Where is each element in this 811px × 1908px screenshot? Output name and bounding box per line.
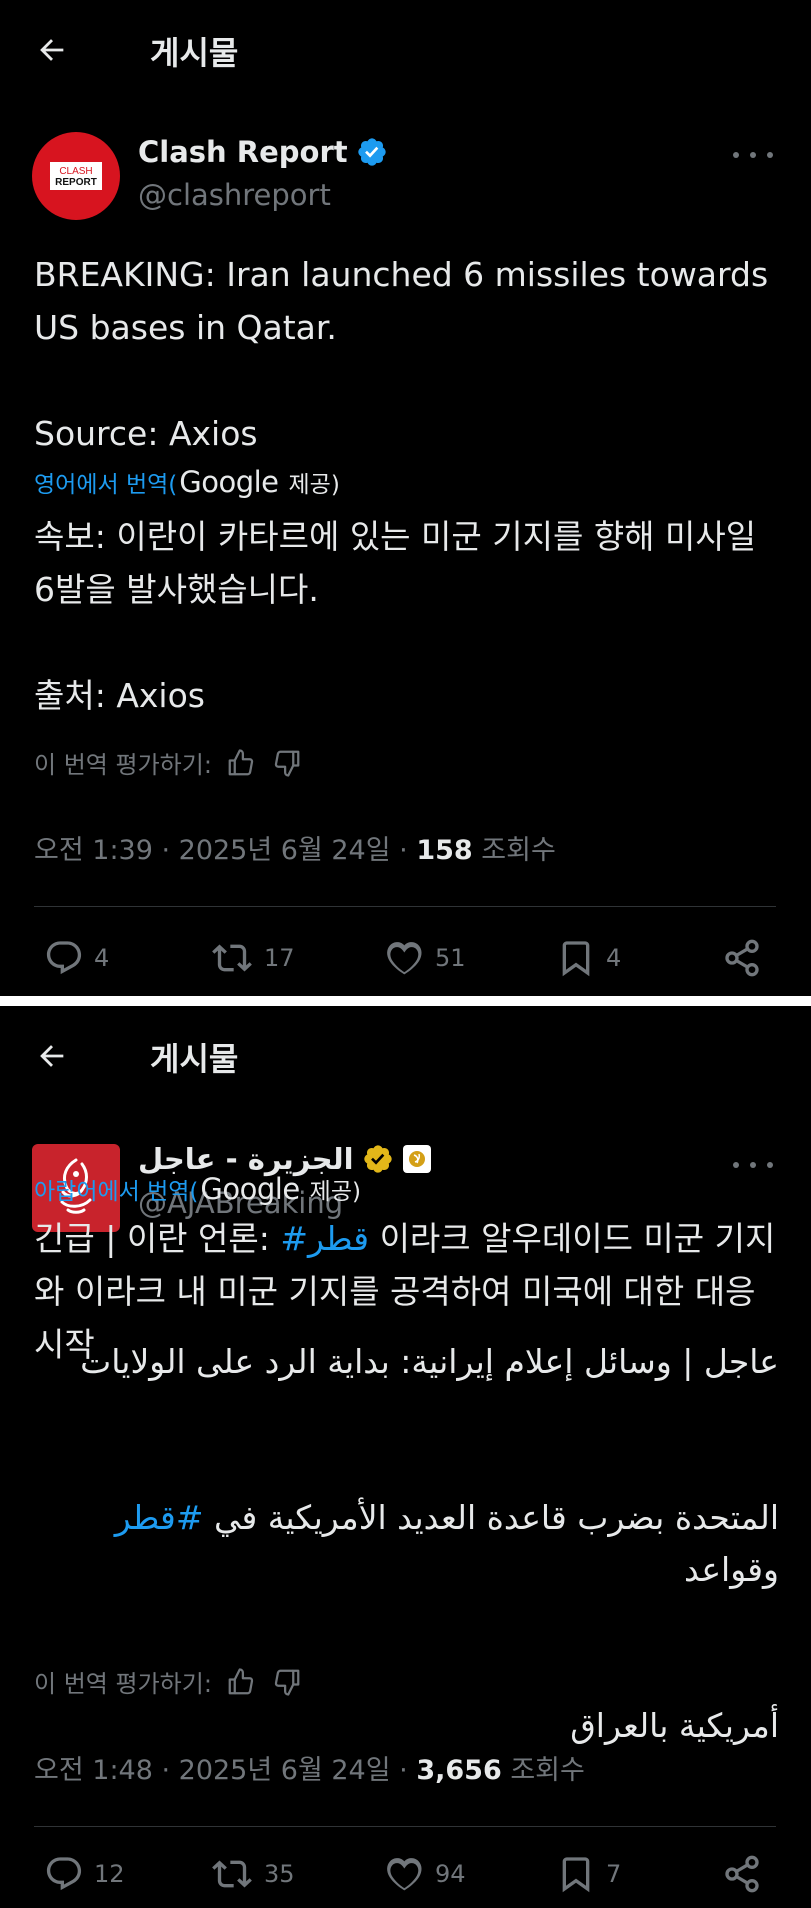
more-icon-dot	[750, 152, 756, 158]
post-header: 게시물	[0, 1006, 811, 1106]
thumbs-down-icon	[274, 750, 300, 777]
more-button[interactable]	[733, 1150, 773, 1180]
translated-by: 영어에서 번역( Google 제공)	[34, 465, 340, 499]
share-icon	[725, 939, 759, 977]
rate-label: 이 번역 평가하기:	[34, 1670, 212, 1698]
views-label: 조회수	[472, 835, 556, 866]
back-button[interactable]	[30, 1034, 74, 1078]
verified-badge-icon	[363, 1145, 392, 1173]
divider	[34, 906, 776, 907]
bookmark-button[interactable]: 4	[556, 938, 621, 978]
reply-count: 12	[94, 1860, 125, 1888]
reply-count: 4	[94, 944, 110, 972]
post-panel-clash-report: 게시물 CLASH REPORT Clash Report @clashrepo…	[0, 0, 811, 996]
back-arrow-icon	[40, 1045, 64, 1067]
bookmark-count: 7	[606, 1860, 622, 1888]
rate-label: 이 번역 평가하기:	[34, 751, 212, 779]
action-bar: 4 17 51 4	[0, 930, 811, 990]
like-count: 94	[435, 1860, 466, 1888]
translated-from-link[interactable]: 아랍어에서 번역(	[34, 1172, 198, 1206]
avatar-text-1: CLASH	[59, 166, 92, 177]
hashtag-link[interactable]: #قطر	[280, 1219, 369, 1258]
reply-icon	[46, 941, 82, 975]
author-name-row[interactable]: الجزيرة - عاجل	[138, 1142, 432, 1176]
post-meta: 오전 1:39 · 2025년 6월 24일 · 158 조회수	[34, 828, 556, 867]
more-button[interactable]	[733, 140, 773, 170]
post-time[interactable]: 오전 1:39 · 2025년 6월 24일 ·	[34, 835, 416, 866]
thumbs-up-button[interactable]	[224, 1665, 258, 1699]
reply-icon	[46, 1857, 82, 1891]
like-button[interactable]: 94	[383, 1854, 466, 1894]
views-label: 조회수	[501, 1755, 585, 1786]
bookmark-icon	[562, 1857, 590, 1893]
like-button[interactable]: 51	[383, 938, 466, 978]
page-title: 게시물	[150, 34, 239, 72]
thumbs-down-button[interactable]	[270, 1665, 304, 1699]
post-header: 게시물	[0, 0, 811, 100]
translated-text-2: 긴급 | 이란 언론: #قطر 이라크 알우데이드 미군 기지 와 이라크 내…	[34, 1212, 779, 1371]
avatar[interactable]: CLASH REPORT	[32, 132, 120, 220]
bookmark-icon	[562, 941, 590, 977]
author-name[interactable]: Clash Report	[138, 135, 348, 169]
repost-button[interactable]: 17	[210, 938, 295, 978]
post-time[interactable]: 오전 1:48 · 2025년 6월 24일 ·	[34, 1755, 416, 1786]
view-count: 158	[416, 835, 473, 866]
provided-label: 제공)	[309, 1179, 361, 1205]
screenshot-separator	[0, 996, 811, 1006]
translation-pre: 긴급 | 이란 언론:	[34, 1219, 281, 1258]
translated-by-2: 아랍어에서 번역( Google 제공)	[34, 1172, 361, 1206]
google-logo: Google	[200, 1172, 300, 1206]
verified-badge-icon	[357, 138, 386, 166]
google-logo: Google	[179, 465, 279, 499]
back-arrow-icon	[40, 39, 64, 61]
share-icon	[725, 1855, 759, 1893]
author-name-row[interactable]: Clash Report	[138, 135, 388, 169]
post-text-line-2: المتحدة بضرب قاعدة العديد الأمريكية في #…	[34, 1492, 779, 1596]
thumbs-up-icon	[228, 1667, 254, 1694]
share-button[interactable]	[722, 1854, 762, 1894]
hashtag-link[interactable]: #قطر	[115, 1498, 204, 1537]
avatar-text-2: REPORT	[55, 177, 97, 188]
reply-button[interactable]: 12	[44, 1854, 125, 1894]
thumbs-down-button[interactable]	[270, 746, 304, 780]
bookmark-count: 4	[606, 944, 622, 972]
page-title: 게시물	[150, 1040, 239, 1078]
action-bar-2: 12 35 94 7	[0, 1848, 811, 1908]
view-count: 3,656	[416, 1755, 502, 1786]
author-handle[interactable]: @clashreport	[138, 178, 331, 212]
more-icon-dot	[767, 152, 773, 158]
like-icon	[387, 942, 422, 975]
post-text-line-3: أمريكية بالعراق	[570, 1706, 779, 1745]
more-icon-dot	[767, 1162, 773, 1168]
bookmark-button[interactable]: 7	[556, 1854, 621, 1894]
repost-icon	[212, 1860, 252, 1888]
thumbs-up-button[interactable]	[224, 746, 258, 780]
repost-count: 17	[264, 944, 295, 972]
more-icon	[733, 152, 739, 158]
more-icon-dot	[750, 1162, 756, 1168]
rate-translation: 이 번역 평가하기:	[34, 745, 304, 780]
share-button[interactable]	[722, 938, 762, 978]
repost-count: 35	[264, 1860, 295, 1888]
provided-label: 제공)	[288, 472, 340, 498]
like-icon	[387, 1858, 422, 1891]
rate-translation-2: 이 번역 평가하기:	[34, 1664, 304, 1699]
translated-from-link[interactable]: 영어에서 번역(	[34, 465, 177, 499]
repost-icon	[212, 944, 252, 972]
like-count: 51	[435, 944, 466, 972]
post-meta-2: 오전 1:48 · 2025년 6월 24일 · 3,656 조회수	[34, 1748, 585, 1787]
thumbs-up-icon	[228, 748, 254, 775]
translated-text: 속보: 이란이 카타르에 있는 미군 기지를 향해 미사일 6발을 발사했습니다…	[34, 517, 757, 715]
affiliate-badge-icon	[402, 1145, 431, 1173]
author-name[interactable]: الجزيرة - عاجل	[138, 1142, 354, 1176]
thumbs-down-icon	[274, 1669, 300, 1696]
reply-button[interactable]: 4	[44, 938, 109, 978]
post-text-line-2-pre: المتحدة بضرب قاعدة العديد الأمريكية في	[203, 1498, 779, 1537]
more-icon	[733, 1162, 739, 1168]
repost-button[interactable]: 35	[210, 1854, 295, 1894]
divider-2	[34, 1826, 776, 1827]
back-button[interactable]	[30, 28, 74, 72]
post-text: BREAKING: Iran launched 6 missiles towar…	[34, 255, 769, 453]
